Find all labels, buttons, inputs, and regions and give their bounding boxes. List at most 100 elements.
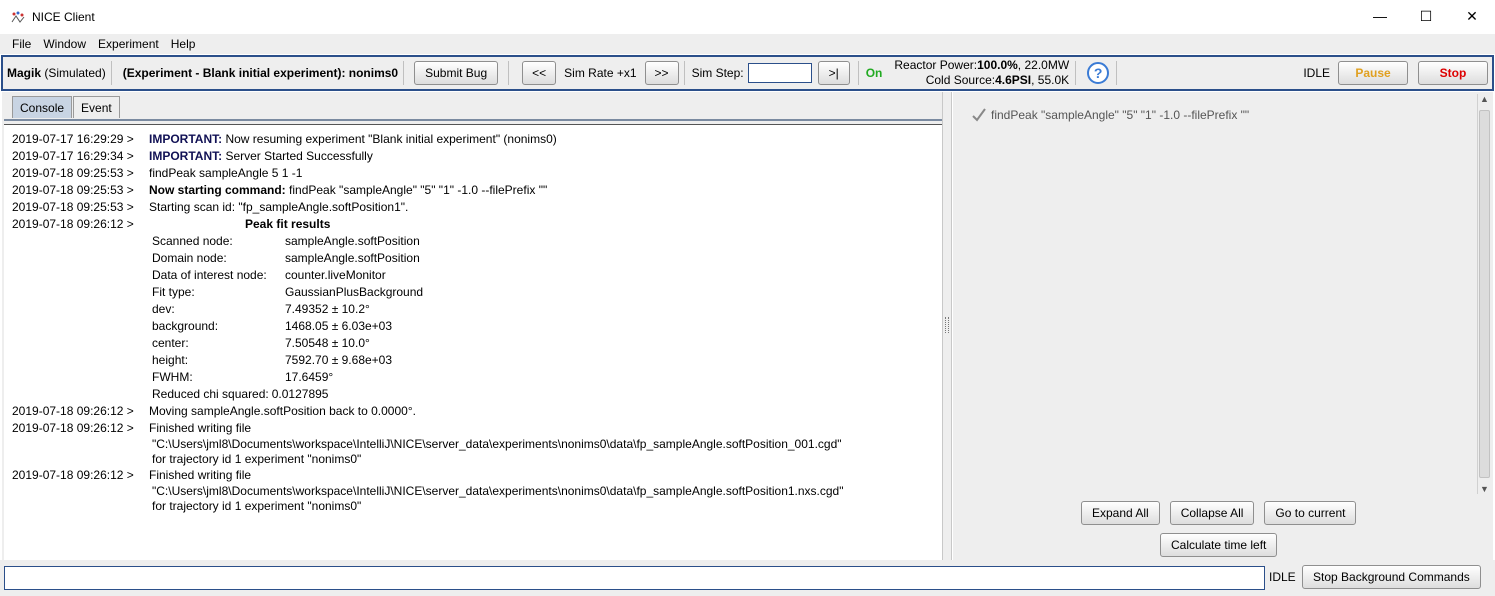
log-line: 2019-07-18 09:26:12 > Peak fit results	[4, 216, 942, 233]
fit-key: Scanned node:	[152, 234, 233, 248]
reactor-power-label: Reactor Power:	[894, 58, 978, 72]
fit-key: background:	[152, 319, 219, 333]
fit-value: 7.50548 ± 10.0°	[285, 336, 370, 350]
sim-step-button[interactable]: >|	[817, 61, 850, 85]
log-timestamp: 2019-07-18 09:25:53 >	[12, 166, 134, 180]
fit-key: Fit type:	[152, 285, 195, 299]
menu-experiment[interactable]: Experiment	[98, 37, 159, 51]
experiment-label: (Experiment - Blank initial experiment):…	[122, 66, 399, 80]
log-text: findPeak sampleAngle 5 1 -1	[149, 166, 303, 180]
scroll-down-icon[interactable]: ▼	[1480, 484, 1489, 494]
toolbar-separator	[683, 61, 685, 85]
log-file-path: "C:\Users\jml8\Documents\workspace\Intel…	[152, 484, 844, 498]
reactor-power-mw: , 22.0MW	[1017, 58, 1070, 72]
log-timestamp: 2019-07-17 16:29:34 >	[12, 149, 134, 163]
log-text: Moving sampleAngle.softPosition back to …	[149, 404, 416, 418]
sim-step-input[interactable]	[747, 63, 812, 83]
splitter-grip-icon[interactable]	[945, 317, 949, 333]
fit-key: center:	[152, 336, 189, 350]
log-keyword: IMPORTANT:	[149, 132, 223, 146]
instrument-name: Magik	[7, 66, 42, 80]
sim-forward-button[interactable]: >>	[644, 61, 679, 85]
log-file-path: "C:\Users\jml8\Documents\workspace\Intel…	[152, 437, 842, 451]
fit-key: Domain node:	[152, 251, 227, 265]
log-line: 2019-07-17 16:29:29 > IMPORTANT: Now res…	[4, 131, 942, 148]
log-message: IMPORTANT: Now resuming experiment "Blan…	[149, 131, 557, 148]
log-message: Now starting command: findPeak "sampleAn…	[149, 182, 547, 199]
close-button[interactable]: ✕	[1449, 0, 1495, 32]
fit-row: Data of interest node: counter.liveMonito…	[4, 267, 942, 284]
command-input[interactable]	[4, 566, 1265, 590]
fit-key: Reduced chi squared:	[152, 387, 269, 401]
toolbar-separator	[403, 61, 405, 85]
help-icon[interactable]: ?	[1087, 62, 1110, 84]
cold-source-k: , 55.0K	[1031, 73, 1070, 87]
toolbar-separator	[110, 61, 112, 85]
toolbar-separator	[857, 61, 859, 85]
fit-value: GaussianPlusBackground	[285, 285, 424, 299]
fit-row: center: 7.50548 ± 10.0°	[4, 335, 942, 352]
log-timestamp: 2019-07-18 09:26:12 >	[12, 421, 134, 435]
cold-source-value: 4.6PSI	[995, 73, 1032, 87]
fit-row: Domain node: sampleAngle.softPosition	[4, 250, 942, 267]
fit-value: 7.49352 ± 10.2°	[285, 302, 370, 316]
pane-splitter[interactable]	[942, 92, 952, 560]
submit-bug-button[interactable]: Submit Bug	[414, 61, 499, 85]
toolbar-separator	[1116, 61, 1118, 85]
log-trajectory: for trajectory id 1 experiment "nonims0"	[152, 452, 362, 466]
fit-row: background: 1468.05 ± 6.03e+03	[4, 318, 942, 335]
log-trajectory: for trajectory id 1 experiment "nonims0"	[152, 499, 362, 513]
fit-row: height: 7592.70 ± 9.68e+03	[4, 352, 942, 369]
menu-file[interactable]: File	[12, 37, 31, 51]
command-queue-pane: findPeak "sampleAngle" "5" "1" -1.0 --fi…	[953, 92, 1493, 560]
menu-bar: File Window Experiment Help	[0, 34, 1495, 54]
expand-all-button[interactable]: Expand All	[1081, 501, 1160, 525]
stop-background-commands-button[interactable]: Stop Background Commands	[1302, 565, 1481, 589]
log-line: 2019-07-18 09:25:53 > findPeak sampleAng…	[4, 165, 942, 182]
instrument-label: Magik (Simulated)	[7, 66, 106, 80]
tab-event[interactable]: Event	[73, 96, 120, 118]
log-message: IMPORTANT: Server Started Successfully	[149, 148, 373, 165]
log-timestamp: 2019-07-18 09:25:53 >	[12, 183, 134, 197]
log-line: 2019-07-17 16:29:34 > IMPORTANT: Server …	[4, 148, 942, 165]
queue-item[interactable]: findPeak "sampleAngle" "5" "1" -1.0 --fi…	[971, 107, 1249, 123]
cold-source-line: Cold Source:4.6PSI, 55.0K	[926, 73, 1069, 88]
run-status: IDLE	[1303, 66, 1330, 80]
log-timestamp: 2019-07-17 16:29:29 >	[12, 132, 134, 146]
calculate-time-left-button[interactable]: Calculate time left	[1160, 533, 1278, 557]
tab-console[interactable]: Console	[12, 96, 73, 118]
scroll-thumb[interactable]	[1479, 110, 1490, 478]
menu-window[interactable]: Window	[43, 37, 86, 51]
fit-key: height:	[152, 353, 189, 367]
fit-value: sampleAngle.softPosition	[285, 234, 420, 248]
sim-step-label: Sim Step:	[691, 66, 744, 80]
background-status: IDLE	[1269, 570, 1296, 584]
console-pane: Console Event 2019-07-17 16:29:29 > IMPO…	[2, 92, 942, 560]
log-timestamp: 2019-07-18 09:25:53 >	[12, 200, 134, 214]
log-line: 2019-07-18 09:25:53 > Now starting comma…	[4, 182, 942, 199]
peak-fit-title: Peak fit results	[245, 217, 331, 231]
minimize-button[interactable]: —	[1357, 0, 1403, 32]
maximize-button[interactable]: ☐	[1403, 0, 1449, 32]
scroll-up-icon[interactable]: ▲	[1480, 94, 1489, 104]
fit-row: dev: 7.49352 ± 10.2°	[4, 301, 942, 318]
nice-app-icon	[10, 10, 26, 24]
log-text: findPeak "sampleAngle" "5" "1" -1.0 --fi…	[285, 183, 548, 197]
fit-key: FWHM:	[152, 370, 193, 384]
command-bar: IDLE Stop Background Commands	[0, 560, 1495, 596]
tab-divider	[4, 119, 942, 122]
menu-help[interactable]: Help	[171, 37, 196, 51]
log-text: Finished writing file	[149, 421, 252, 435]
sim-rewind-button[interactable]: <<	[522, 61, 557, 85]
check-icon	[972, 108, 986, 122]
fit-key: dev:	[152, 302, 175, 316]
queue-scrollbar[interactable]: ▲ ▼	[1477, 94, 1491, 494]
fit-key: Data of interest node:	[152, 268, 267, 282]
toolbar-separator	[1075, 61, 1077, 85]
stop-button[interactable]: Stop	[1418, 61, 1488, 85]
instrument-mode: (Simulated)	[44, 66, 106, 80]
go-to-current-button[interactable]: Go to current	[1264, 501, 1357, 525]
pause-button[interactable]: Pause	[1338, 61, 1408, 85]
reactor-status: Reactor Power:100.0%, 22.0MW Cold Source…	[894, 58, 1069, 88]
collapse-all-button[interactable]: Collapse All	[1169, 501, 1255, 525]
